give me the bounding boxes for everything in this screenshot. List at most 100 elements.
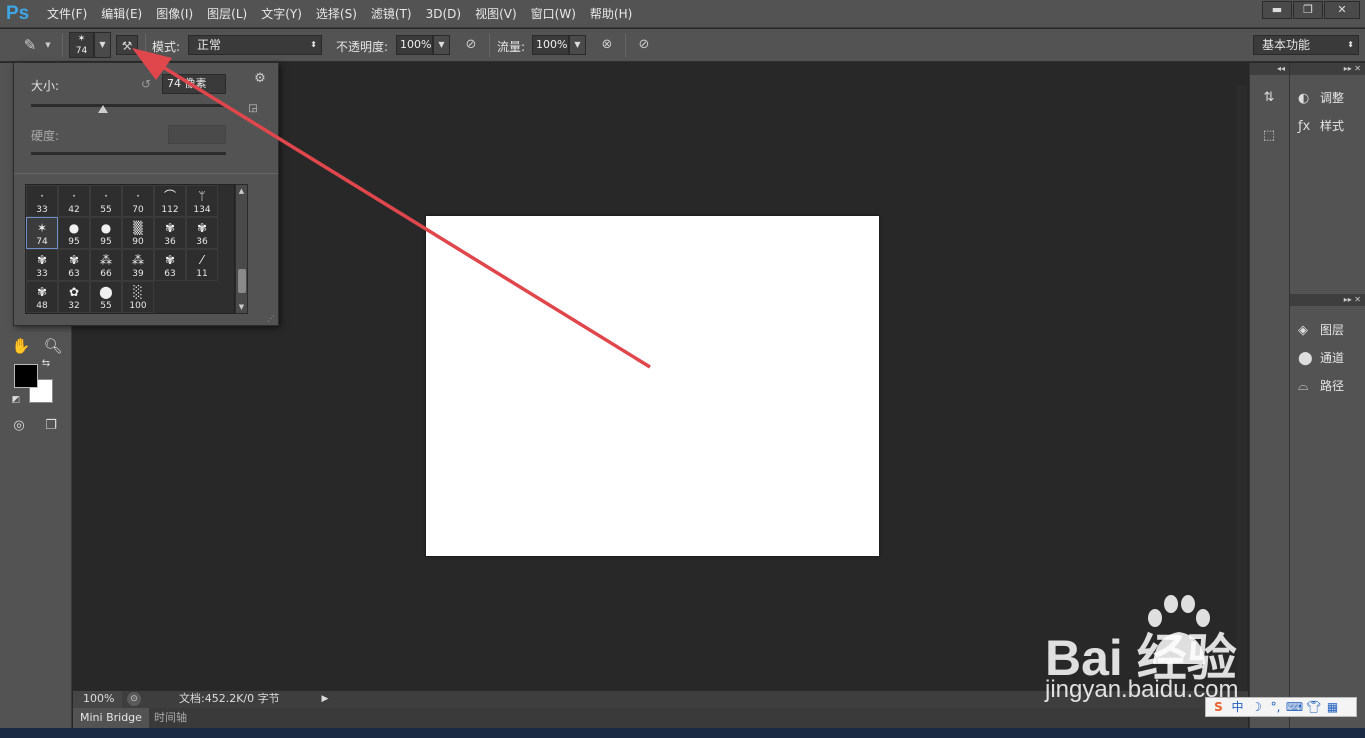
- brush-preset-item[interactable]: · 42: [58, 185, 90, 217]
- close-button[interactable]: ✕: [1324, 1, 1360, 19]
- dock-header-icon[interactable]: ▸▸ ✕: [1290, 294, 1365, 306]
- swap-colors-icon[interactable]: ⇆: [38, 357, 54, 371]
- dock-header-icon[interactable]: ▸▸ ✕: [1290, 63, 1365, 75]
- history-panel-icon[interactable]: ⇅: [1258, 87, 1280, 109]
- dock-item-label: 通道: [1320, 351, 1345, 365]
- brush-preset-item[interactable]: ✿ 32: [58, 281, 90, 313]
- hardness-slider-track[interactable]: [31, 152, 226, 155]
- brush-preset-item[interactable]: · 70: [122, 185, 154, 217]
- menu-item[interactable]: 图像(I): [149, 0, 200, 28]
- size-input[interactable]: 74 像素: [162, 74, 226, 94]
- mode-label: 模式:: [152, 40, 181, 54]
- scroll-down-icon[interactable]: ▼: [236, 302, 247, 312]
- brush-preset-item[interactable]: ⌒ 112: [154, 185, 186, 217]
- foreground-color-swatch[interactable]: [14, 364, 38, 388]
- brush-preset-item[interactable]: ● 95: [90, 217, 122, 249]
- brush-preset-item[interactable]: ⁂ 66: [90, 249, 122, 281]
- zoom-tool-icon[interactable]: 🔍︎: [40, 335, 66, 357]
- menu-item[interactable]: 文件(F): [40, 0, 94, 28]
- brush-tool-icon[interactable]: ✎: [20, 35, 40, 55]
- brush-preset-picker[interactable]: ✶ 74: [69, 32, 94, 58]
- menu-item[interactable]: 文字(Y): [254, 0, 309, 28]
- menu-item[interactable]: 滤镜(T): [364, 0, 419, 28]
- tab-timeline[interactable]: 时间轴: [147, 708, 194, 728]
- brush-preset-item[interactable]: ᛘ 134: [186, 185, 218, 217]
- pressure-size-icon[interactable]: ⊘: [634, 35, 654, 55]
- tool-preset-dropdown-icon[interactable]: ▼: [42, 35, 54, 55]
- zoom-level-field[interactable]: 100%: [73, 691, 122, 708]
- chinese-mode-icon[interactable]: 中: [1228, 698, 1247, 716]
- default-colors-icon[interactable]: ◩: [8, 393, 24, 407]
- flow-input[interactable]: 100%: [532, 35, 569, 55]
- restore-button[interactable]: ❐: [1293, 1, 1323, 19]
- brush-preset-item[interactable]: · 33: [26, 185, 58, 217]
- dock-item-adjustments[interactable]: ◐ 调整: [1298, 87, 1344, 109]
- menu-item[interactable]: 帮助(H): [583, 0, 639, 28]
- gear-icon[interactable]: ⚙: [250, 71, 270, 87]
- brush-preset-item[interactable]: ░ 100: [122, 281, 154, 313]
- document-canvas[interactable]: [426, 216, 879, 556]
- minimize-button[interactable]: ▬: [1262, 1, 1292, 19]
- reset-size-icon[interactable]: ↺: [138, 76, 154, 92]
- punctuation-icon[interactable]: °,: [1266, 698, 1285, 716]
- brush-preset-item[interactable]: ⬤ 55: [90, 281, 122, 313]
- dock-item-styles[interactable]: ƒx 样式: [1298, 115, 1344, 137]
- dock-item-layers[interactable]: ◈ 图层: [1298, 319, 1344, 341]
- airbrush-icon[interactable]: ⊗: [597, 35, 617, 55]
- hardness-input[interactable]: [168, 125, 226, 144]
- brush-preset-item[interactable]: ⁄ 11: [186, 249, 218, 281]
- scroll-up-icon[interactable]: ▲: [236, 186, 247, 196]
- workspace-select[interactable]: 基本功能 ⬍: [1253, 35, 1359, 55]
- brush-preset-item[interactable]: ✾ 48: [26, 281, 58, 313]
- presets-scrollbar[interactable]: ▲ ▼: [235, 184, 248, 314]
- brush-preset-item[interactable]: ✾ 36: [154, 217, 186, 249]
- brush-tip-icon: ᛘ: [198, 189, 206, 203]
- separator: [489, 34, 490, 57]
- tab-mini-bridge[interactable]: Mini Bridge: [73, 708, 149, 728]
- keyboard-icon[interactable]: ⌨: [1285, 698, 1304, 716]
- menu-item[interactable]: 选择(S): [309, 0, 364, 28]
- brush-preset-item[interactable]: ✾ 33: [26, 249, 58, 281]
- menu-item[interactable]: 窗口(W): [524, 0, 583, 28]
- brush-panel-toggle-icon[interactable]: ⚒: [116, 35, 138, 55]
- collapse-dock-icon[interactable]: ◂◂: [1250, 63, 1289, 75]
- hand-tool-icon[interactable]: ✋: [8, 335, 34, 357]
- photoshop-logo: Ps: [6, 3, 30, 24]
- quick-mask-icon[interactable]: ◎: [6, 415, 32, 437]
- brush-preset-item[interactable]: ▒ 90: [122, 217, 154, 249]
- brush-preset-item[interactable]: ✾ 36: [186, 217, 218, 249]
- brush-preset-item[interactable]: · 55: [90, 185, 122, 217]
- moon-icon[interactable]: ☽: [1247, 698, 1266, 716]
- menu-item[interactable]: 3D(D): [419, 0, 468, 28]
- brush-size-label: 112: [161, 205, 179, 215]
- properties-panel-icon[interactable]: ⬚: [1258, 125, 1280, 147]
- dock-item-channels[interactable]: ⬤ 通道: [1298, 347, 1344, 369]
- opacity-input[interactable]: 100%: [396, 35, 433, 55]
- scroll-thumb[interactable]: [238, 269, 246, 293]
- brush-preset-item[interactable]: ✾ 63: [58, 249, 90, 281]
- new-preset-icon[interactable]: ◲: [247, 103, 259, 115]
- menu-item[interactable]: 编辑(E): [94, 0, 149, 28]
- opacity-dropdown[interactable]: ▼: [433, 35, 450, 55]
- brush-preset-item[interactable]: ⁂ 39: [122, 249, 154, 281]
- size-slider-thumb[interactable]: [98, 105, 109, 113]
- separator: [62, 34, 63, 57]
- resize-grip-icon[interactable]: ⋰: [267, 314, 277, 324]
- status-info-icon[interactable]: ⊙: [127, 692, 141, 706]
- flow-dropdown[interactable]: ▼: [569, 35, 586, 55]
- brush-preset-item[interactable]: ✾ 63: [154, 249, 186, 281]
- mode-select[interactable]: 正常 ⬍: [188, 35, 322, 55]
- pressure-opacity-icon[interactable]: ⊘: [461, 35, 481, 55]
- screen-mode-icon[interactable]: ❐: [38, 415, 64, 437]
- brush-preset-item[interactable]: ● 95: [58, 217, 90, 249]
- dock-item-paths[interactable]: ⌓ 路径: [1298, 375, 1344, 397]
- status-menu-arrow-icon[interactable]: ▶: [319, 692, 331, 706]
- brush-preset-dropdown[interactable]: ▼: [94, 32, 111, 58]
- brush-preset-item[interactable]: ✶ 74: [26, 217, 58, 249]
- skin-icon[interactable]: 👕︎: [1304, 698, 1323, 716]
- sogou-logo-icon[interactable]: S: [1209, 698, 1228, 716]
- menu-item[interactable]: 图层(L): [200, 0, 254, 28]
- menu-item[interactable]: 视图(V): [468, 0, 524, 28]
- toolbox-icon[interactable]: ▦: [1323, 698, 1342, 716]
- size-slider-track[interactable]: [31, 104, 226, 107]
